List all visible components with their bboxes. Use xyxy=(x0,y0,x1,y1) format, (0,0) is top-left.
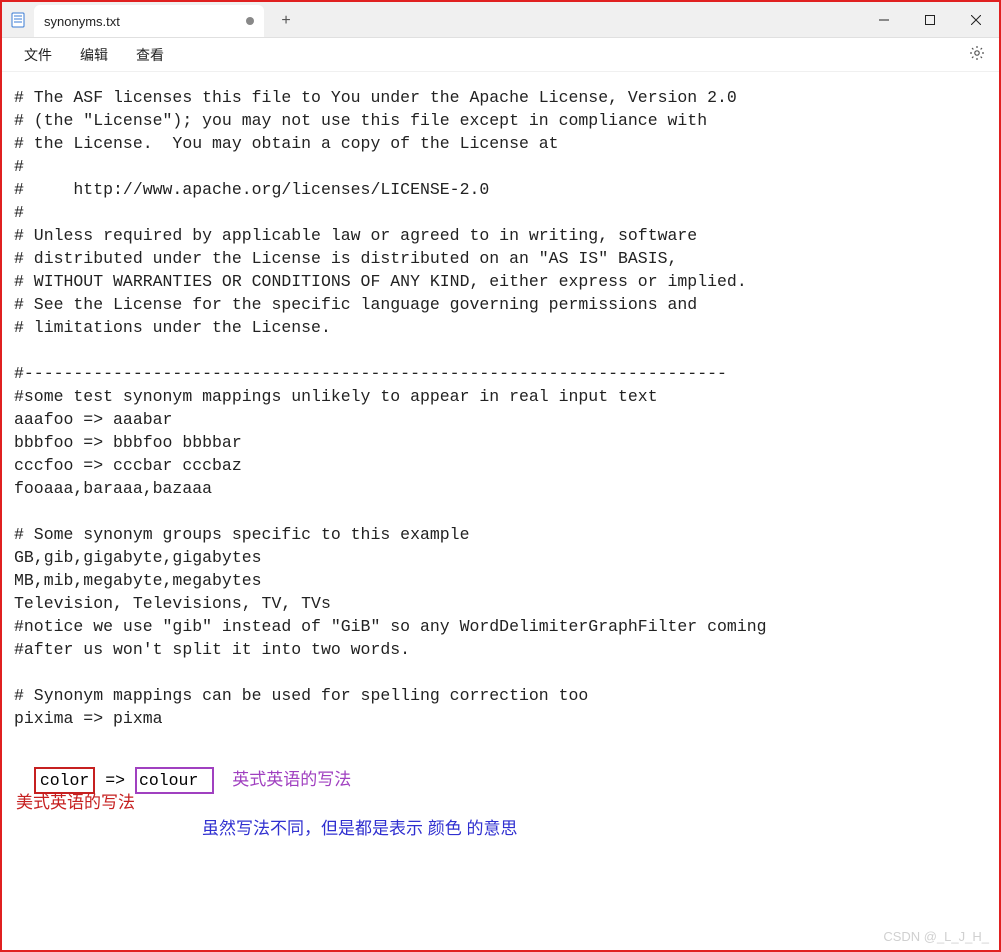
tab-active[interactable]: synonyms.txt xyxy=(34,5,264,37)
menu-file[interactable]: 文件 xyxy=(10,39,66,71)
annotation-uk-label: 英式英语的写法 xyxy=(232,770,351,789)
title-bar: synonyms.txt + xyxy=(2,2,999,38)
watermark: CSDN @_L_J_H_ xyxy=(883,929,989,944)
tab-modified-dot xyxy=(246,17,254,25)
new-tab-button[interactable]: + xyxy=(270,5,302,37)
text-editor[interactable]: # The ASF licenses this file to You unde… xyxy=(2,72,999,744)
menu-bar: 文件 编辑 查看 xyxy=(2,38,999,72)
menu-view[interactable]: 查看 xyxy=(122,39,178,71)
highlighted-synonym-line: color => colour 英式英语的写法 xyxy=(2,744,999,794)
highlight-uk-word: colour xyxy=(135,767,214,794)
menu-edit[interactable]: 编辑 xyxy=(66,39,122,71)
annotation-us-label: 美式英语的写法 xyxy=(16,788,135,813)
minimize-button[interactable] xyxy=(861,2,907,38)
close-button[interactable] xyxy=(953,2,999,38)
window-controls xyxy=(861,2,999,37)
annotation-meaning-label: 虽然写法不同，但是都是表示 颜色 的意思 xyxy=(202,814,517,839)
tab-title: synonyms.txt xyxy=(44,14,120,29)
tab-strip: synonyms.txt + xyxy=(2,2,861,37)
maximize-button[interactable] xyxy=(907,2,953,38)
settings-button[interactable] xyxy=(963,39,991,70)
file-icon xyxy=(10,12,26,28)
